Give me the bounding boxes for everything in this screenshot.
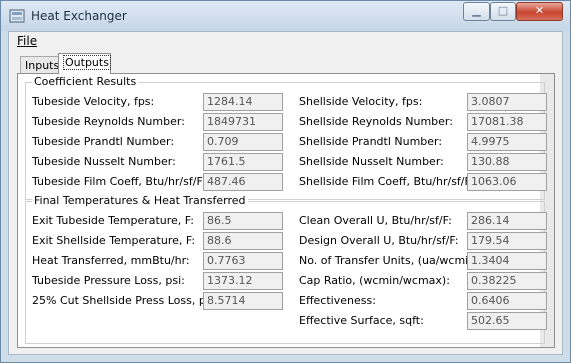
tubeside-film-coeff-value: 487.46 [203, 173, 283, 191]
clean-overall-u-value: 286.14 [467, 212, 547, 230]
minimize-button[interactable]: ▁ [463, 2, 490, 21]
outputs-tab-page: Coefficient Results Tubeside Velocity, f… [17, 73, 555, 348]
tab-inputs-label: Inputs [25, 59, 60, 72]
cap-ratio-label: Cap Ratio, (wcmin/wcmax): [299, 274, 450, 287]
exit-tubeside-temp-label: Exit Tubeside Temperature, F: [32, 214, 194, 227]
minimize-icon: ▁ [472, 4, 481, 17]
effective-surface-value: 502.65 [467, 312, 547, 330]
coefficient-results-group: Coefficient Results Tubeside Velocity, f… [25, 75, 547, 200]
title-bar[interactable]: Heat Exchanger ▁ □ ✕ [1, 1, 570, 31]
shellside-velocity-value: 3.0807 [467, 93, 547, 111]
shellside-prandtl-value: 4.9975 [467, 133, 547, 151]
shellside-film-coeff-value: 1063.06 [467, 173, 547, 191]
shellside-press-loss-value: 8.5714 [203, 292, 283, 310]
coefficient-results-legend: Coefficient Results [32, 75, 139, 88]
maximize-button[interactable]: □ [490, 2, 516, 21]
tubeside-pressure-loss-label: Tubeside Pressure Loss, psi: [32, 274, 185, 287]
shellside-nusselt-label: Shellside Nusselt Number: [299, 155, 444, 168]
tubeside-film-coeff-label: Tubeside Film Coeff, Btu/hr/sf/F: [32, 175, 206, 188]
clean-overall-u-label: Clean Overall U, Btu/hr/sf/F: [299, 214, 452, 227]
tubeside-velocity-value: 1284.14 [203, 93, 283, 111]
design-overall-u-value: 179.54 [467, 232, 547, 250]
close-button[interactable]: ✕ [516, 2, 563, 21]
maximize-icon: □ [497, 4, 509, 17]
menu-file[interactable]: File [17, 34, 37, 48]
effectiveness-label: Effectiveness: [299, 294, 376, 307]
client-area: File Inputs Outputs Coefficient Results … [8, 31, 563, 355]
exit-shellside-temp-value: 88.6 [203, 232, 283, 250]
shellside-prandtl-label: Shellside Prandtl Number: [299, 135, 443, 148]
design-overall-u-label: Design Overall U, Btu/hr/sf/F: [299, 234, 459, 247]
tubeside-reynolds-value: 1849731 [203, 113, 283, 131]
heat-transferred-label: Heat Transferred, mmBtu/hr: [32, 254, 190, 267]
window-title: Heat Exchanger [31, 9, 127, 23]
transfer-units-label: No. of Transfer Units, (ua/wcmin): [299, 254, 484, 267]
exit-shellside-temp-label: Exit Shellside Temperature, F: [32, 234, 196, 247]
effectiveness-value: 0.6406 [467, 292, 547, 310]
tab-outputs-label: Outputs [63, 55, 111, 70]
cap-ratio-value: 0.38225 [467, 272, 547, 290]
shellside-velocity-label: Shellside Velocity, fps: [299, 95, 423, 108]
transfer-units-value: 1.3404 [467, 252, 547, 270]
tubeside-velocity-label: Tubeside Velocity, fps: [32, 95, 155, 108]
shellside-film-coeff-label: Shellside Film Coeff, Btu/hr/sf/F: [299, 175, 474, 188]
tubeside-pressure-loss-value: 1373.12 [203, 272, 283, 290]
final-temperatures-group: Final Temperatures & Heat Transferred Ex… [25, 194, 547, 344]
tubeside-prandtl-label: Tubeside Prandtl Number: [32, 135, 175, 148]
tab-inputs[interactable]: Inputs [20, 56, 59, 73]
tubeside-reynolds-label: Tubeside Reynolds Number: [32, 115, 185, 128]
tubeside-nusselt-value: 1761.5 [203, 153, 283, 171]
menu-bar: File [9, 32, 562, 50]
app-window: Heat Exchanger ▁ □ ✕ File Inputs Outputs… [0, 0, 571, 363]
shellside-reynolds-value: 17081.38 [467, 113, 547, 131]
shellside-reynolds-label: Shellside Reynolds Number: [299, 115, 453, 128]
tubeside-prandtl-value: 0.709 [203, 133, 283, 151]
shellside-nusselt-value: 130.88 [467, 153, 547, 171]
shellside-press-loss-label: 25% Cut Shellside Press Loss, psi: [32, 294, 219, 307]
effective-surface-label: Effective Surface, sqft: [299, 314, 424, 327]
tubeside-nusselt-label: Tubeside Nusselt Number: [32, 155, 176, 168]
close-icon: ✕ [534, 4, 545, 17]
tab-outputs[interactable]: Outputs [58, 53, 111, 74]
app-icon [9, 9, 25, 23]
exit-tubeside-temp-value: 86.5 [203, 212, 283, 230]
final-temperatures-legend: Final Temperatures & Heat Transferred [32, 194, 248, 207]
heat-transferred-value: 0.7763 [203, 252, 283, 270]
